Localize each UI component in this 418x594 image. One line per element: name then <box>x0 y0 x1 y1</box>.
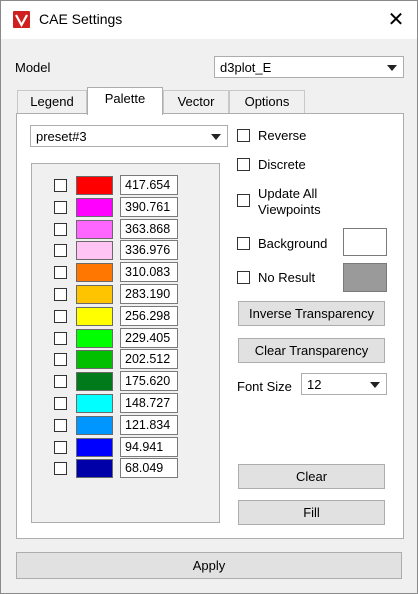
chevron-down-icon <box>370 382 380 388</box>
clear-transparency-button[interactable]: Clear Transparency <box>238 338 385 363</box>
palette-value-field[interactable]: 148.727 <box>120 393 178 413</box>
discrete-label: Discrete <box>258 157 306 172</box>
palette-color-swatch[interactable] <box>76 437 113 457</box>
tab-legend[interactable]: Legend <box>17 90 87 113</box>
chevron-down-icon <box>387 65 397 71</box>
palette-value-field[interactable]: 390.761 <box>120 196 178 217</box>
window-title: CAE Settings <box>39 11 123 27</box>
palette-color-swatch[interactable] <box>76 306 113 326</box>
palette-value-field[interactable]: 121.834 <box>120 414 178 435</box>
tab-palette[interactable]: Palette <box>87 87 163 115</box>
palette-row-checkbox[interactable] <box>54 309 67 323</box>
reverse-label: Reverse <box>258 128 307 143</box>
settings-window: CAE Settings ✕ Model d3plot_E Legend Pal… <box>0 0 418 594</box>
palette-row-checkbox[interactable] <box>54 266 67 280</box>
palette-value-field[interactable]: 417.654 <box>120 175 178 195</box>
palette-color-swatch[interactable] <box>76 350 113 370</box>
palette-value-field[interactable]: 68.049 <box>120 458 178 479</box>
palette-row-checkbox[interactable] <box>54 418 67 432</box>
palette-color-swatch[interactable] <box>76 394 113 413</box>
reverse-checkbox[interactable] <box>237 129 250 142</box>
tab-vector[interactable]: Vector <box>163 90 229 113</box>
palette-row-checkbox[interactable] <box>54 179 67 192</box>
model-label: Model <box>15 60 51 75</box>
palette-color-swatch[interactable] <box>76 241 113 261</box>
palette-row-checkbox[interactable] <box>54 244 67 258</box>
palette-row-checkbox[interactable] <box>54 375 67 389</box>
clear-button[interactable]: Clear <box>238 464 385 489</box>
apply-button[interactable]: Apply <box>16 552 402 579</box>
palette-row-checkbox[interactable] <box>54 288 67 301</box>
palette-row-checkbox[interactable] <box>54 397 67 410</box>
palette-color-swatch[interactable] <box>76 459 113 479</box>
no-result-label: No Result <box>258 270 316 285</box>
palette-value-field[interactable]: 202.512 <box>120 349 178 370</box>
palette-value-field[interactable]: 229.405 <box>120 327 178 348</box>
palette-value-field[interactable]: 310.083 <box>120 262 178 283</box>
background-label: Background <box>258 236 328 251</box>
palette-color-swatch[interactable] <box>76 415 113 435</box>
palette-color-swatch[interactable] <box>76 285 113 304</box>
update-all-label-line1: Update All <box>258 186 318 201</box>
font-size-value: 12 <box>307 377 322 392</box>
inverse-transparency-button[interactable]: Inverse Transparency <box>238 301 385 326</box>
palette-row-checkbox[interactable] <box>54 353 67 367</box>
palette-row-checkbox[interactable] <box>54 222 67 236</box>
palette-color-swatch[interactable] <box>76 197 113 217</box>
palette-row-checkbox[interactable] <box>54 200 67 214</box>
palette-color-swatch[interactable] <box>76 263 113 283</box>
palette-value-field[interactable]: 94.941 <box>120 436 178 457</box>
preset-select-value: preset#3 <box>36 129 87 144</box>
palette-value-field[interactable]: 283.190 <box>120 284 178 304</box>
palette-value-field[interactable]: 336.976 <box>120 240 178 261</box>
app-logo-icon <box>13 11 30 28</box>
no-result-checkbox[interactable] <box>237 271 250 284</box>
update-all-label-line2: Viewpoints <box>258 202 321 217</box>
discrete-checkbox[interactable] <box>237 158 250 171</box>
palette-row-checkbox[interactable] <box>54 440 67 454</box>
preset-select[interactable]: preset#3 <box>30 125 228 147</box>
palette-color-swatch[interactable] <box>76 176 113 195</box>
tab-options[interactable]: Options <box>229 90 305 113</box>
update-all-checkbox[interactable] <box>237 194 250 207</box>
palette-color-swatch[interactable] <box>76 328 113 348</box>
background-checkbox[interactable] <box>237 237 250 250</box>
palette-color-swatch[interactable] <box>76 372 113 392</box>
close-icon[interactable]: ✕ <box>383 7 409 33</box>
fill-button[interactable]: Fill <box>238 500 385 525</box>
font-size-select[interactable]: 12 <box>301 373 387 395</box>
background-color-swatch[interactable] <box>343 228 387 256</box>
no-result-color-swatch[interactable] <box>343 263 387 292</box>
palette-value-field[interactable]: 175.620 <box>120 371 178 392</box>
update-all-label: Update All Viewpoints <box>258 186 321 218</box>
chevron-down-icon <box>211 134 221 140</box>
palette-color-swatch[interactable] <box>76 219 113 239</box>
model-select-value: d3plot_E <box>220 60 272 75</box>
palette-value-field[interactable]: 363.868 <box>120 218 178 239</box>
palette-value-field[interactable]: 256.298 <box>120 305 178 326</box>
model-select[interactable]: d3plot_E <box>214 56 404 78</box>
title-bar: CAE Settings ✕ <box>1 1 417 39</box>
palette-row-checkbox[interactable] <box>54 462 67 476</box>
font-size-label: Font Size <box>237 379 292 394</box>
palette-row-checkbox[interactable] <box>54 331 67 345</box>
